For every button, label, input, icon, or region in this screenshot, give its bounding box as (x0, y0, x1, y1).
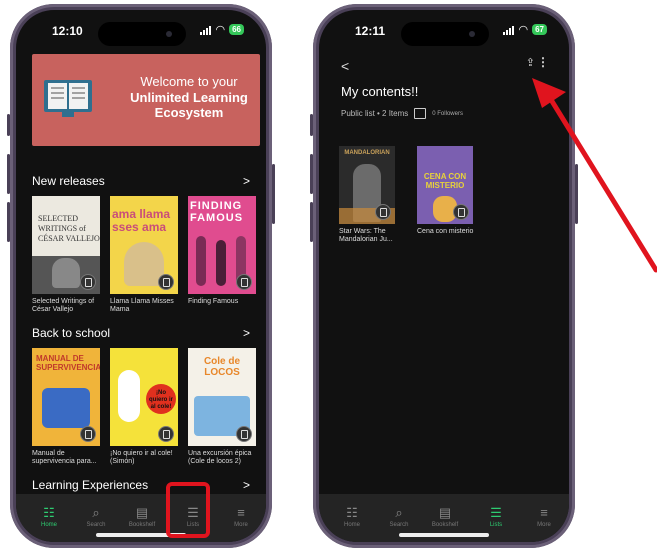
nav-item-lists[interactable]: ☰ Lists (476, 505, 516, 529)
ebook-badge-icon (158, 426, 174, 442)
ebook-badge-icon (236, 274, 252, 290)
status-icons: ◠ 67 (503, 24, 547, 35)
cover-title: MANUAL DE SUPERVIVENCIA (36, 354, 100, 372)
book-cover[interactable]: MANUAL DE SUPERVIVENCIA (32, 348, 100, 446)
bookshelf-icon: ▤ (438, 505, 452, 520)
status-time: 12:10 (52, 24, 83, 38)
list-meta-text: Public list • 2 Items (341, 109, 409, 118)
book-caption: Star Wars: The Mandalorian Ju... (339, 228, 393, 243)
nav-item-more[interactable]: ≡ More (221, 505, 261, 529)
book-cover[interactable]: MANDALORIAN (339, 146, 395, 224)
dynamic-island (98, 22, 186, 46)
book-cover[interactable]: SELECTED WRITINGS of CÉSAR VALLEJO (32, 196, 100, 294)
signal-icon (200, 25, 212, 35)
ebook-badge-icon (453, 204, 469, 220)
chevron-right-icon[interactable]: > (243, 174, 250, 188)
battery-icon: 66 (229, 24, 244, 35)
book-caption: Llama Llama Misses Mama (110, 298, 174, 313)
lists-icon: ☰ (490, 505, 502, 520)
book-cover[interactable]: FINDING FAMOUS (188, 196, 256, 294)
bookshelf-icon: ▤ (135, 505, 149, 520)
search-icon: ⌕ (395, 505, 403, 520)
cover-title: SELECTED WRITINGS of CÉSAR VALLEJO (38, 214, 100, 243)
ebook-badge-icon (158, 274, 174, 290)
status-bar: 12:11 ◠ 67 (319, 10, 569, 50)
nav-item-search[interactable]: ⌕ Search (76, 505, 116, 529)
left-phone: 12:10 ◠ 66 Welcome to your Unlimited Lea… (7, 4, 275, 548)
cover-title: ama llama sses ama (112, 207, 171, 234)
book-cover[interactable]: CENA CON MISTERIO (417, 146, 473, 224)
lists-tab-highlight (166, 482, 210, 538)
home-indicator (399, 533, 489, 537)
section-title-back-to-school: Back to school (32, 326, 111, 340)
book-caption: Selected Writings of César Vallejo (32, 298, 95, 313)
grid-icon: ☷ (346, 505, 358, 520)
bottom-nav: ☷ Home ⌕ Search ▤ Bookshelf ☰ Lists ≡ Mo… (319, 494, 569, 542)
followers-icon (414, 108, 427, 119)
menu-icon: ≡ (237, 505, 245, 520)
nav-item-search[interactable]: ⌕ Search (379, 505, 419, 529)
wifi-icon: ◠ (518, 23, 529, 36)
signal-icon (503, 25, 515, 35)
book-caption: Finding Famous (188, 298, 239, 305)
nav-item-bookshelf[interactable]: ▤ Bookshelf (425, 505, 465, 529)
nav-label: Bookshelf (431, 522, 459, 528)
book-cover[interactable]: ama llama sses ama (110, 196, 178, 294)
cover-title: CENA CON MISTERIO (423, 172, 467, 190)
book-caption: Manual de supervivencia para... (32, 450, 97, 465)
annotation-arrow (532, 78, 657, 273)
followers-count: 0 Followers (432, 110, 463, 117)
book-caption: ¡No quiero ir al cole! (Simón) (110, 450, 173, 465)
nav-item-home[interactable]: ☷ Home (332, 505, 372, 529)
book-cover[interactable]: ¡No quiero ir al cole! (110, 348, 178, 446)
back-chevron-icon[interactable]: < (341, 58, 349, 74)
welcome-banner[interactable]: Welcome to your Unlimited Learning Ecosy… (32, 54, 260, 146)
dynamic-island (401, 22, 489, 46)
nav-item-home[interactable]: ☷ Home (29, 505, 69, 529)
list-meta: Public list • 2 Items 0 Followers (341, 108, 463, 119)
book-caption: Cena con misterio (417, 228, 474, 235)
nav-item-more[interactable]: ≡ More (524, 505, 564, 529)
more-vertical-icon[interactable]: ⋮ (537, 55, 549, 69)
nav-label: Bookshelf (128, 522, 156, 528)
ebook-badge-icon (80, 426, 96, 442)
banner-line2: Unlimited Learning Ecosystem (130, 90, 248, 120)
nav-label: Search (86, 522, 106, 528)
book-caption: Una excursión épica (Cole de locos 2) (188, 450, 252, 465)
list-title: My contents!! (341, 84, 419, 99)
bottom-nav: ☷ Home ⌕ Search ▤ Bookshelf ☰ Lists ≡ Mo… (16, 494, 266, 542)
section-title-new-releases: New releases (32, 174, 105, 188)
menu-icon: ≡ (540, 505, 548, 520)
section-title-learning-experiences: Learning Experiences (32, 478, 149, 492)
banner-line1: Welcome to your (140, 74, 238, 89)
nav-label: Search (389, 522, 409, 528)
left-screen: 12:10 ◠ 66 Welcome to your Unlimited Lea… (16, 10, 266, 542)
status-bar: 12:10 ◠ 66 (16, 10, 266, 50)
book-cover[interactable]: Cole de LOCOS (188, 348, 256, 446)
ebook-badge-icon (236, 426, 252, 442)
grid-icon: ☷ (43, 505, 55, 520)
cover-title: ¡No quiero ir al cole! (148, 390, 173, 410)
nav-label: More (234, 522, 248, 528)
nav-label: Home (343, 522, 360, 528)
nav-label: Lists (489, 522, 503, 528)
cover-title: FINDING FAMOUS (190, 200, 244, 224)
chevron-right-icon[interactable]: > (243, 326, 250, 340)
chevron-right-icon[interactable]: > (243, 478, 250, 492)
battery-icon: 67 (532, 24, 547, 35)
cover-title: Cole de LOCOS (203, 356, 241, 378)
search-icon: ⌕ (92, 505, 100, 520)
wifi-icon: ◠ (215, 23, 226, 36)
nav-item-bookshelf[interactable]: ▤ Bookshelf (122, 505, 162, 529)
nav-label: Home (40, 522, 57, 528)
open-book-icon (44, 80, 92, 117)
ebook-badge-icon (375, 204, 391, 220)
share-icon[interactable]: ⇪ (526, 56, 535, 69)
nav-label: More (537, 522, 551, 528)
cover-title: MANDALORIAN (344, 150, 390, 156)
ebook-badge-icon (80, 274, 96, 290)
status-icons: ◠ 66 (200, 24, 244, 35)
status-time: 12:11 (355, 24, 386, 38)
